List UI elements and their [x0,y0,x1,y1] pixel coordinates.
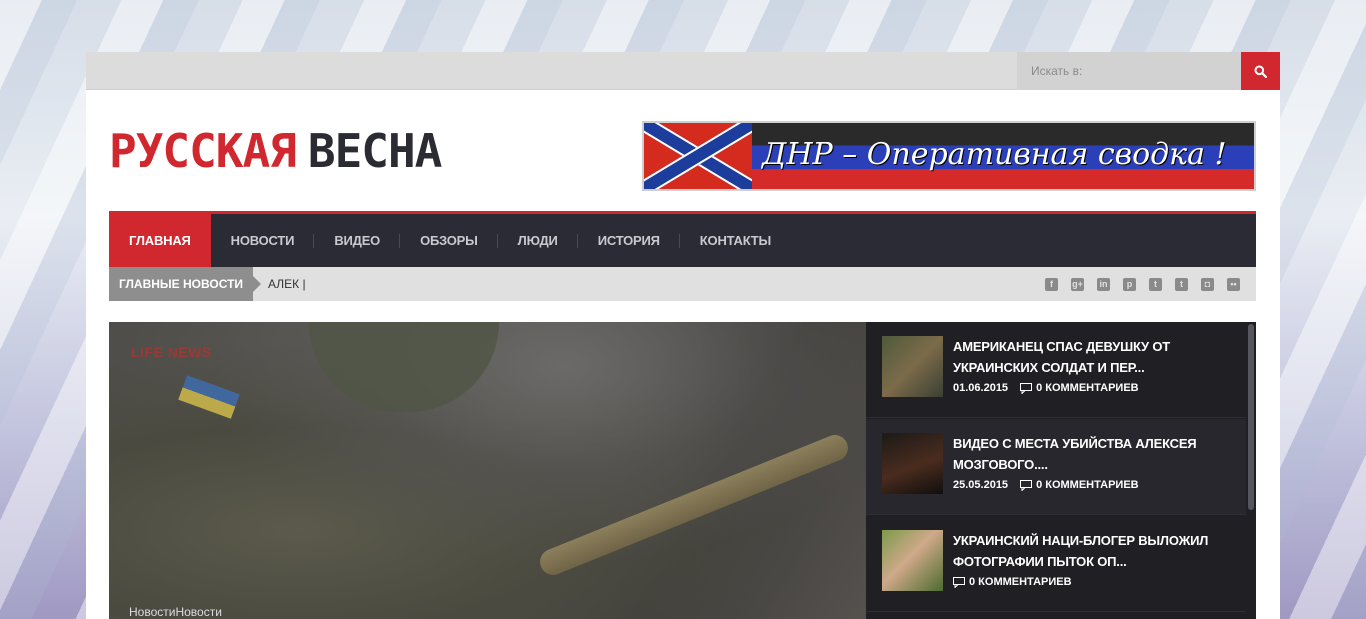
post-date: 01.06.2015 [953,382,1009,394]
hero-watermark: LIFE NEWS [131,344,212,360]
hero-photo-launcher [536,431,852,579]
logo-word-1: РУССКАЯ [109,124,297,178]
logo-word-2: ВЕСНА [307,124,442,178]
ticker-text[interactable]: АЛЕК | [268,277,306,291]
comments-link[interactable]: 0 КОММЕНТАРИЕВ [953,576,1072,588]
banner-text: ДНР – Оперативная сводка ! [762,137,1227,172]
post-title[interactable]: УКРАИНСКИЙ НАЦИ-БЛОГЕР ВЫЛОЖИЛ ФОТОГРАФИ… [953,530,1230,572]
post-title[interactable]: АМЕРИКАНЕЦ СПАС ДЕВУШКУ ОТ УКРАИНСКИХ СО… [953,336,1230,378]
search-button[interactable] [1241,52,1280,90]
hero-photo-helmet [309,322,499,412]
page-container: РУССКАЯ ВЕСНА ДНР – Оперативная сводка !… [86,52,1280,619]
nav-item-people[interactable]: ЛЮДИ [498,214,578,267]
main-navigation: ГЛАВНАЯ НОВОСТИ ВИДЕО ОБЗОРЫ ЛЮДИ ИСТОРИ… [109,211,1256,267]
news-ticker: ГЛАВНЫЕ НОВОСТИ АЛЕК | f g+ in p t t ◘ •… [109,267,1256,301]
comments-link[interactable]: 0 КОММЕНТАРИЕВ [1020,382,1139,394]
comments-count: 0 КОММЕНТАРИЕВ [969,576,1072,588]
post-thumbnail[interactable] [882,336,943,397]
hero-photo-patch [178,375,240,419]
nav-item-news[interactable]: НОВОСТИ [211,214,315,267]
post-title[interactable]: ВИДЕО С МЕСТА УБИЙСТВА АЛЕКСЕЯ МОЗГОВОГО… [953,433,1230,475]
site-logo[interactable]: РУССКАЯ ВЕСНА [109,124,442,178]
nav-item-reviews[interactable]: ОБЗОРЫ [400,214,498,267]
novorossiya-flag-image [644,123,752,189]
header-banner[interactable]: ДНР – Оперативная сводка ! [642,121,1256,191]
nav-item-home[interactable]: ГЛАВНАЯ [109,214,211,267]
nav-item-history[interactable]: ИСТОРИЯ [578,214,680,267]
post-thumbnail[interactable] [882,433,943,494]
list-item: УКРАИНСКИЙ НАЦИ-БЛОГЕР ВЫЛОЖИЛ ФОТОГРАФИ… [866,516,1246,612]
search-input[interactable] [1017,52,1241,90]
social-icons: f g+ in p t t ◘ •• [1045,277,1256,291]
comment-icon [953,576,965,588]
latest-posts-sidebar: АМЕРИКАНЕЦ СПАС ДЕВУШКУ ОТ УКРАИНСКИХ СО… [866,322,1256,619]
post-date: 25.05.2015 [953,479,1009,491]
nav-item-video[interactable]: ВИДЕО [314,214,400,267]
comments-count: 0 КОММЕНТАРИЕВ [1036,479,1139,491]
post-thumbnail[interactable] [882,530,943,591]
ticker-label: ГЛАВНЫЕ НОВОСТИ [109,267,262,301]
instagram-icon[interactable]: ◘ [1201,277,1214,291]
nav-item-contacts[interactable]: КОНТАКТЫ [680,214,791,267]
hero-caption[interactable]: НовостиНовости [129,605,222,619]
twitter-icon[interactable]: t [1149,277,1162,291]
facebook-icon[interactable]: f [1045,277,1058,291]
comment-icon [1020,479,1033,491]
sidebar-scrollbar[interactable] [1248,324,1254,510]
flickr-icon[interactable]: •• [1227,277,1240,291]
comments-count: 0 КОММЕНТАРИЕВ [1036,382,1139,394]
pinterest-icon[interactable]: p [1123,277,1136,291]
search-icon [1254,65,1267,78]
featured-article-image[interactable]: LIFE NEWS НовостиНовости [109,322,866,619]
google-plus-icon[interactable]: g+ [1071,277,1084,291]
linkedin-icon[interactable]: in [1097,277,1110,291]
comments-link[interactable]: 0 КОММЕНТАРИЕВ [1020,479,1139,491]
comment-icon [1020,382,1033,394]
top-bar [86,52,1280,90]
list-item: ВИДЕО С МЕСТА УБИЙСТВА АЛЕКСЕЯ МОЗГОВОГО… [866,419,1246,515]
list-item: АМЕРИКАНЕЦ СПАС ДЕВУШКУ ОТ УКРАИНСКИХ СО… [866,322,1246,418]
tumblr-icon[interactable]: t [1175,277,1188,291]
